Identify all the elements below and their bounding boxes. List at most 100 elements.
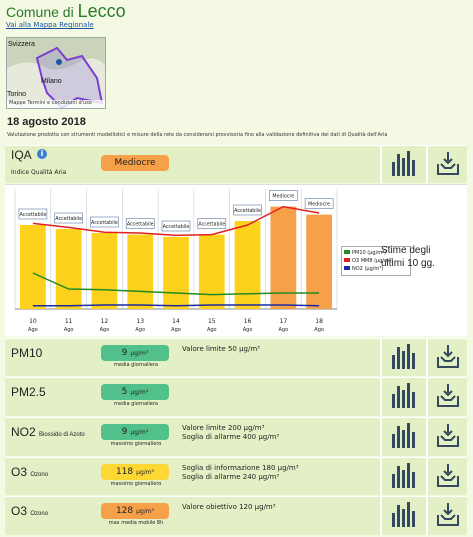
iqa-status-badge: Mediocre (101, 155, 169, 171)
pollutant-value-badge: 118 µg/m³ (101, 464, 169, 480)
iqa-row: IQA i Indice Qualità Aria Mediocre (5, 145, 467, 183)
pollutant-value-caption: media giornaliera (114, 362, 158, 368)
pollutant-subtitle: Ozono (30, 511, 49, 517)
pollutant-value-cell: 128 µg/m³ max media mobile 8h (95, 497, 177, 535)
iqa-chart-cell[interactable] (380, 146, 424, 183)
chart-note-line2: ultimi 10 gg. (381, 258, 435, 269)
pollutant-download-cell[interactable] (426, 378, 467, 416)
pollutant-value-badge: 9 µg/m³ (101, 345, 169, 361)
bar-chart-icon[interactable] (390, 150, 416, 180)
bar-chart-icon[interactable] (390, 343, 416, 373)
bar-label: Accettabile (91, 220, 118, 226)
bar-chart-icon[interactable] (390, 501, 416, 531)
bar-chart-icon[interactable] (390, 422, 416, 452)
map-label-torino: Torino (7, 91, 27, 98)
pollutant-subtitle: Biossido di Azoto (39, 432, 85, 438)
pollutant-row: PM2.5 5 µg/m³ media giornaliera (5, 377, 467, 416)
bar-label: Accettabile (234, 208, 261, 214)
pollutant-chart-cell[interactable] (380, 458, 424, 495)
bar-chart-icon[interactable] (390, 382, 416, 412)
pollutant-name-cell: PM2.5 (5, 378, 93, 416)
pollutant-row: O3 Ozono 118 µg/m³ massimo giornaliero So… (5, 457, 467, 495)
chart-bar (127, 234, 154, 309)
pollutant-download-cell[interactable] (426, 418, 467, 456)
pollutant-chart-cell[interactable] (380, 497, 424, 535)
location-map[interactable]: Svizzera Milano Torino Mappe Termini e c… (6, 37, 106, 109)
x-tick-label: 14 (172, 318, 180, 325)
pollutant-chart-cell[interactable] (380, 418, 424, 456)
x-tick-month: Ago (100, 327, 110, 333)
pollutant-row: PM10 9 µg/m³ media giornaliera Valore lim… (5, 338, 467, 376)
pollutant-subtitle: Ozono (30, 472, 49, 478)
x-tick-month: Ago (135, 327, 145, 333)
download-icon[interactable] (435, 422, 461, 452)
pollutant-name: PM2.5 (11, 385, 46, 399)
info-icon[interactable]: i (37, 149, 47, 159)
x-tick-label: 18 (315, 318, 323, 325)
download-icon[interactable] (435, 150, 461, 180)
download-icon[interactable] (435, 343, 461, 373)
x-tick-label: 13 (136, 318, 144, 325)
pollutant-download-cell[interactable] (426, 339, 467, 376)
x-tick-label: 10 (29, 318, 37, 325)
map-label-milano: Milano (41, 78, 62, 85)
download-icon[interactable] (435, 382, 461, 412)
pollutant-download-cell[interactable] (426, 497, 467, 535)
map-attribution[interactable]: Mappe Termini e condizioni d'uso (7, 100, 105, 108)
iqa-note-cell (178, 146, 378, 183)
pollutant-name: NO2 Biossido di Azoto (11, 425, 85, 439)
pollutant-value-badge: 5 µg/m³ (101, 384, 169, 400)
pollutant-note-cell: Valore obiettivo 120 µg/m³ (178, 497, 378, 535)
iqa-download-cell[interactable] (426, 146, 467, 183)
pollutant-name: O3 Ozono (11, 504, 49, 518)
x-tick-label: 16 (244, 318, 252, 325)
iqa-name-cell: IQA i Indice Qualità Aria (5, 146, 93, 183)
report-date: 18 agosto 2018 (7, 116, 86, 128)
bar-label: Mediocre (272, 194, 294, 200)
iqa-badge-cell: Mediocre (95, 146, 177, 183)
disclaimer: Valutazione prodotta con strumenti model… (7, 132, 388, 138)
x-tick-month: Ago (243, 327, 253, 333)
x-tick-label: 17 (280, 318, 288, 325)
chart-note-line1: Stime degli (381, 245, 431, 256)
x-tick-month: Ago (171, 327, 181, 333)
x-tick-month: Ago (314, 327, 324, 333)
chart-bar (306, 214, 332, 309)
x-tick-month: Ago (207, 327, 217, 333)
chart-bar (91, 233, 118, 309)
pollutant-row: NO2 Biossido di Azoto 9 µg/m³ massimo gio… (5, 417, 467, 456)
chart-bar (163, 237, 189, 309)
pollutant-value-caption: media giornaliera (114, 401, 158, 407)
pollutant-note-cell: Valore limite 200 µg/m³ Soglia di allarm… (178, 418, 378, 456)
bar-label: Accettabile (19, 212, 46, 218)
pollutant-limit-note: Valore obiettivo 120 µg/m³ (182, 503, 276, 511)
x-tick-label: 11 (65, 318, 73, 325)
pollutant-value-caption: massimo giornaliero (110, 481, 162, 487)
chart-bar (198, 234, 225, 309)
pollutant-download-cell[interactable] (426, 458, 467, 495)
pollutant-limit-note: Valore limite 200 µg/m³ (182, 424, 265, 432)
x-tick-label: 12 (101, 318, 109, 325)
bar-label: Mediocre (308, 202, 330, 208)
pollutant-name-cell: O3 Ozono (5, 458, 93, 495)
iqa-label: IQA (11, 148, 32, 162)
pollutant-chart-cell[interactable] (380, 378, 424, 416)
pollutant-value-caption: max media mobile 8h (108, 520, 164, 526)
download-icon[interactable] (435, 501, 461, 531)
regional-map-link[interactable]: Vai alla Mappa Regionale (6, 21, 94, 29)
chart-bar (55, 229, 82, 309)
pollutant-name: O3 Ozono (11, 465, 49, 479)
pollutant-name-cell: O3 Ozono (5, 497, 93, 535)
pollutant-limit-note: Valore limite 50 µg/m³ (182, 345, 260, 353)
pollutant-note-cell (178, 378, 378, 416)
bar-chart-icon[interactable] (390, 462, 416, 492)
chart-note: Stime degli ultimi 10 gg. (381, 244, 435, 270)
map-graphic (7, 38, 105, 108)
pollutant-note-cell: Soglia di informazione 180 µg/m³ Soglia … (178, 458, 378, 495)
pollutant-value-cell: 9 µg/m³ media giornaliera (95, 339, 177, 376)
title-prefix: Comune di (6, 4, 78, 20)
download-icon[interactable] (435, 462, 461, 492)
pollutant-alarm-note: Soglia di allarme 400 µg/m³ (182, 433, 280, 441)
iqa-subtitle: Indice Qualità Aria (11, 169, 67, 176)
pollutant-chart-cell[interactable] (380, 339, 424, 376)
